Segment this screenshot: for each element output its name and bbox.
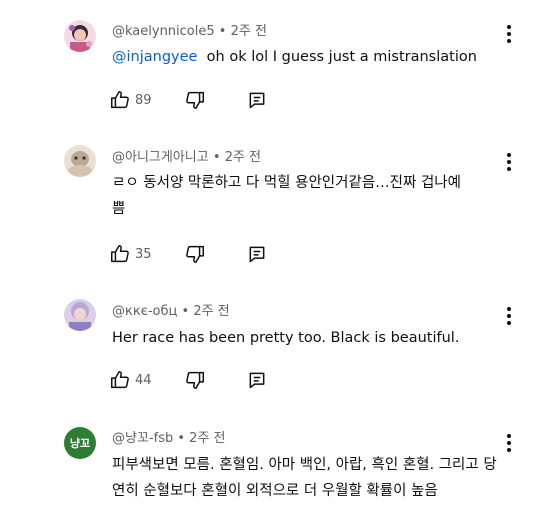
reply-icon bbox=[249, 92, 265, 109]
comment-actions: 44 bbox=[108, 368, 269, 392]
comment-meta: @kaelynnicole5 • 2주 전 bbox=[112, 24, 267, 40]
avatar[interactable] bbox=[64, 145, 96, 177]
like-count: 44 bbox=[135, 372, 152, 388]
meta-separator: • bbox=[177, 431, 186, 446]
comment-body: Her race has been pretty too. Black is b… bbox=[112, 330, 460, 346]
dislike-button[interactable] bbox=[183, 368, 207, 392]
more-vertical-icon bbox=[507, 153, 511, 171]
avatar[interactable]: 냥꼬 bbox=[64, 427, 96, 459]
more-vertical-icon bbox=[507, 307, 511, 325]
meta-separator: • bbox=[212, 150, 221, 165]
comment-time[interactable]: 2주 전 bbox=[189, 431, 225, 446]
thumbs-up-icon bbox=[111, 91, 129, 109]
comment-time[interactable]: 2주 전 bbox=[231, 24, 267, 39]
like-button[interactable] bbox=[108, 242, 132, 266]
mention-link[interactable]: @injangyee bbox=[112, 49, 197, 65]
more-options-button[interactable] bbox=[497, 22, 521, 46]
comment-actions: 89 bbox=[108, 88, 269, 112]
avatar[interactable] bbox=[64, 20, 96, 52]
more-options-button[interactable] bbox=[497, 304, 521, 328]
comment-time[interactable]: 2주 전 bbox=[193, 304, 229, 319]
comment-meta: @냥꼬-fsb • 2주 전 bbox=[112, 431, 226, 447]
comment-author[interactable]: @아니그게아니고 bbox=[112, 150, 209, 165]
thumbs-down-icon bbox=[186, 371, 204, 389]
reply-icon bbox=[249, 372, 265, 389]
meta-separator: • bbox=[218, 24, 227, 39]
dislike-button[interactable] bbox=[183, 88, 207, 112]
thumbs-down-icon bbox=[186, 91, 204, 109]
like-count: 35 bbox=[135, 246, 152, 262]
like-button[interactable] bbox=[108, 368, 132, 392]
more-options-button[interactable] bbox=[497, 431, 521, 455]
comment-body: oh ok lol I guess just a mistranslation bbox=[206, 49, 477, 65]
more-vertical-icon bbox=[507, 434, 511, 452]
like-button[interactable] bbox=[108, 88, 132, 112]
thumbs-up-icon bbox=[111, 245, 129, 263]
dislike-button[interactable] bbox=[183, 242, 207, 266]
reply-button[interactable] bbox=[245, 242, 269, 266]
thumbs-down-icon bbox=[186, 245, 204, 263]
comment-body: ㄹㅇ 동서양 막론하고 다 먹힐 용안인거같음…진짜 겁나예쁨 bbox=[112, 175, 461, 217]
like-count: 89 bbox=[135, 92, 152, 108]
comment-text: @injangyee oh ok lol I guess just a mist… bbox=[112, 44, 502, 70]
avatar[interactable] bbox=[64, 299, 96, 331]
reply-button[interactable] bbox=[245, 368, 269, 392]
comment-time[interactable]: 2주 전 bbox=[225, 150, 261, 165]
comment-body: 피부색보면 모름. 혼혈임. 아마 백인, 아랍, 흑인 혼혈. 그리고 당연히… bbox=[112, 457, 497, 499]
comment-actions: 35 bbox=[108, 242, 269, 266]
reply-icon bbox=[249, 246, 265, 263]
comment-author[interactable]: @ккє-обц bbox=[112, 304, 177, 319]
comment-author[interactable]: @kaelynnicole5 bbox=[112, 24, 215, 39]
reply-button[interactable] bbox=[245, 88, 269, 112]
thumbs-up-icon bbox=[111, 371, 129, 389]
comment-author[interactable]: @냥꼬-fsb bbox=[112, 431, 173, 446]
more-options-button[interactable] bbox=[497, 150, 521, 174]
avatar-initials: 냥꼬 bbox=[69, 437, 91, 450]
comment-meta: @아니그게아니고 • 2주 전 bbox=[112, 150, 261, 166]
more-vertical-icon bbox=[507, 25, 511, 43]
comment-meta: @ккє-обц • 2주 전 bbox=[112, 304, 230, 320]
meta-separator: • bbox=[181, 304, 190, 319]
